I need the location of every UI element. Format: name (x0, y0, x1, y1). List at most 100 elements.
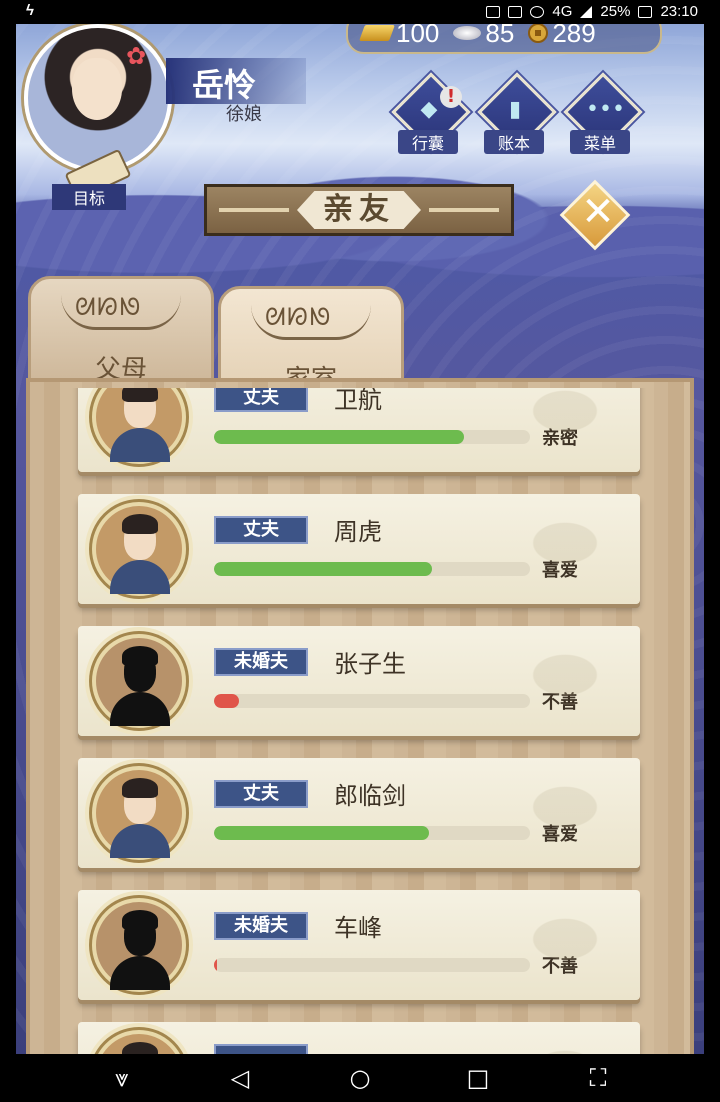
player-avatar[interactable]: ✿ (24, 24, 172, 172)
relative-portrait[interactable] (92, 898, 186, 992)
relation-card[interactable]: 未婚夫 车峰不善 (78, 890, 640, 1000)
portrait-body (110, 956, 170, 990)
battery-icon (638, 5, 653, 18)
affection-status: 喜爱 (542, 824, 578, 845)
relation-role-badge: 丈夫 (214, 780, 308, 808)
status-bar: ϟ 4G 25% 23:10 (0, 0, 720, 24)
currency-bar: 100 85 289 (346, 24, 662, 54)
screenshot-icon[interactable]: ⛶ (578, 1062, 618, 1094)
cloud-ornament-icon (251, 303, 371, 340)
portrait-body (110, 560, 170, 594)
relative-portrait[interactable] (92, 634, 186, 728)
silver-counter: 85 (453, 24, 514, 49)
affection-status: 喜爱 (542, 560, 578, 581)
bag-icon: ◆ (420, 97, 438, 122)
relation-role-badge: 未婚夫 (214, 648, 308, 676)
ledger-label: 账本 (484, 130, 544, 154)
portrait-hair (122, 388, 158, 402)
relative-name: 卫航 (334, 388, 382, 414)
affection-fill (214, 562, 433, 576)
vibrate-icon (508, 5, 523, 18)
relation-card[interactable]: 丈夫 卫航亲密 (78, 388, 640, 472)
relation-card[interactable]: 未婚夫 张子生不善 (78, 626, 640, 736)
relative-name: 车峰 (334, 914, 382, 942)
relative-portrait[interactable] (92, 388, 186, 464)
more-icon: ••• (586, 97, 625, 122)
player-title: 徐娘 (226, 104, 262, 125)
recents-button[interactable]: □ (458, 1062, 498, 1094)
hair-flower-icon: ✿ (126, 42, 147, 70)
affection-status: 不善 (542, 692, 578, 713)
relative-portrait[interactable] (92, 766, 186, 860)
close-icon[interactable]: ✕ (576, 188, 620, 236)
cast-icon (486, 5, 501, 18)
affection-bar (214, 430, 530, 444)
gold-counter: 100 (359, 24, 440, 49)
ledger-button[interactable]: ▮ 账本 (477, 72, 557, 160)
relation-card[interactable] (78, 1022, 640, 1054)
portrait-hair (122, 910, 158, 930)
relation-card[interactable]: 丈夫 郎临剑喜爱 (78, 758, 640, 868)
affection-bar (214, 562, 530, 576)
silver-amount: 85 (485, 24, 515, 48)
affection-bar (214, 958, 530, 972)
relation-role-badge: 丈夫 (214, 388, 308, 412)
battery-percent: 25% (600, 3, 631, 20)
coin-counter: 289 (528, 24, 596, 49)
affection-fill (214, 430, 464, 444)
relation-role-badge: 丈夫 (214, 516, 308, 544)
ledger-icon: ▮ (508, 97, 522, 122)
bag-button[interactable]: ◆ ! 行囊 (391, 72, 471, 160)
signal-icon (580, 5, 593, 18)
back-button[interactable]: ◁ (220, 1062, 260, 1094)
relation-role-badge: 未婚夫 (214, 912, 308, 940)
affection-fill (214, 826, 429, 840)
portrait-body (110, 692, 170, 726)
relative-name: 周虎 (334, 518, 382, 546)
alarm-icon (530, 5, 545, 18)
portrait-hair (122, 514, 158, 534)
relative-name: 郎临剑 (334, 782, 406, 810)
affection-bar (214, 826, 530, 840)
page-title: 亲友 (297, 191, 421, 229)
relation-role-badge (214, 1044, 308, 1054)
hide-keyboard-icon[interactable]: ⩔ (102, 1062, 142, 1094)
portrait-hair (122, 646, 158, 666)
navigation-bar: ⩔ ◁ ○ □ ⛶ (0, 1054, 720, 1102)
relation-card[interactable]: 丈夫 周虎喜爱 (78, 494, 640, 604)
home-button[interactable]: ○ (340, 1062, 380, 1094)
portrait-hair (122, 778, 158, 798)
relative-name: 张子生 (334, 650, 406, 678)
affection-fill (214, 958, 218, 972)
coin-amount: 289 (552, 24, 596, 48)
goal-label: 目标 (52, 184, 126, 210)
affection-status: 不善 (542, 956, 578, 977)
bag-label: 行囊 (398, 130, 458, 154)
portrait-body (110, 824, 170, 858)
menu-button[interactable]: ••• 菜单 (563, 72, 643, 160)
title-banner: 亲友 (204, 184, 514, 236)
copper-coin-icon (528, 24, 549, 43)
affection-fill (214, 694, 240, 708)
portrait-body (110, 428, 170, 462)
affection-status: 亲密 (542, 428, 578, 449)
portrait-hair (122, 1042, 158, 1054)
notification-icon: ϟ (26, 2, 34, 19)
goal-button[interactable]: 目标 (52, 148, 138, 214)
banner-stripe (219, 208, 289, 212)
status-icons: 4G 25% 23:10 (486, 3, 698, 20)
network-type: 4G (552, 3, 573, 20)
gold-amount: 100 (396, 24, 440, 48)
avatar-face (72, 58, 122, 120)
silver-ingot-icon (453, 26, 482, 40)
game-screen: 100 85 289 ✿ 岳怜 徐娘 目标 ◆ ! 行囊 ▮ 账本 ••• 菜单 (16, 24, 704, 1054)
affection-bar (214, 694, 530, 708)
menu-label: 菜单 (570, 130, 630, 154)
relative-portrait[interactable] (92, 502, 186, 596)
cloud-ornament-icon (61, 293, 181, 330)
relative-portrait[interactable] (92, 1030, 186, 1054)
alert-badge: ! (440, 86, 462, 108)
gold-ingot-icon (359, 25, 395, 41)
relation-list[interactable]: 丈夫 卫航 亲密 丈夫 周虎 喜爱 未婚夫 张子生 不善 丈夫 郎临剑 喜爱 未婚夫 车峰 不善 (30, 388, 690, 1054)
banner-stripe (429, 208, 499, 212)
